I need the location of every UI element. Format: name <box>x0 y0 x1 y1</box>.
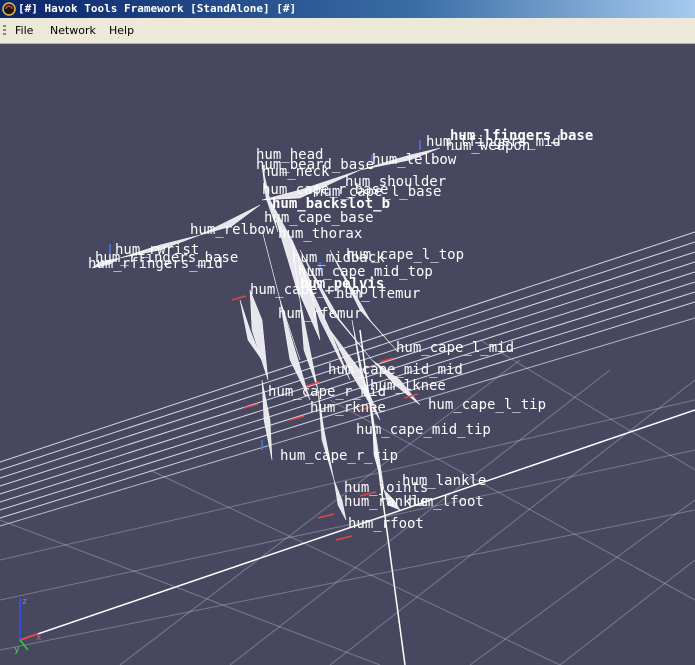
bone-label: hum_rfingers_base <box>95 250 238 266</box>
toolbar-grip[interactable] <box>3 25 6 37</box>
bone-label: hum_cape_mid_mid <box>328 362 463 378</box>
menu-network[interactable]: Network <box>50 18 96 43</box>
scene-canvas[interactable]: hum_head hum_beard_base hum_neck hum_sho… <box>0 44 695 665</box>
bone-label: hum_cape_l_top <box>346 247 464 263</box>
bone-label: hum_rknee <box>310 400 386 416</box>
bone-labels: hum_head hum_beard_base hum_neck hum_sho… <box>88 128 593 532</box>
bone-label: hum_cape_r_mid <box>268 384 386 400</box>
axis-z-label: z <box>22 597 27 607</box>
bone-label: hum_thorax <box>278 226 362 242</box>
bone-label: hum_cape_mid_tip <box>356 422 491 438</box>
menu-help[interactable]: Help <box>109 18 134 43</box>
axis-gizmo: z y x <box>14 597 42 655</box>
3d-viewport[interactable]: hum_head hum_beard_base hum_neck hum_sho… <box>0 44 695 665</box>
app-icon <box>2 2 16 16</box>
bone-label: hum_relbow <box>190 222 275 238</box>
bone-label: hum_cape_l_mid <box>396 340 514 356</box>
window-title: [#] Havok Tools Framework [StandAlone] [… <box>18 2 297 15</box>
bone-label: hum_lfoot <box>408 494 484 510</box>
axis-y-label: y <box>14 645 20 655</box>
bone-label: hum_lelbow <box>372 152 457 168</box>
menu-file[interactable]: File <box>15 18 33 43</box>
bone-label: hum_cape_base <box>264 210 374 226</box>
bone-label: hum_rfemur <box>278 306 362 322</box>
title-bar: [#] Havok Tools Framework [StandAlone] [… <box>0 0 695 18</box>
bone-label: hum_rfoot <box>348 516 424 532</box>
menu-bar: File Network Help <box>0 18 695 44</box>
axis-x-label: x <box>36 633 42 643</box>
bone-label: hum_lfingers_mid <box>426 134 561 150</box>
bone-label: hum_cape_r_tip <box>280 448 398 464</box>
bone-label: hum_cape_l_tip <box>428 397 546 413</box>
bone-label: hum_neck <box>262 164 330 180</box>
bone-label: hum_lfemur <box>336 286 420 302</box>
